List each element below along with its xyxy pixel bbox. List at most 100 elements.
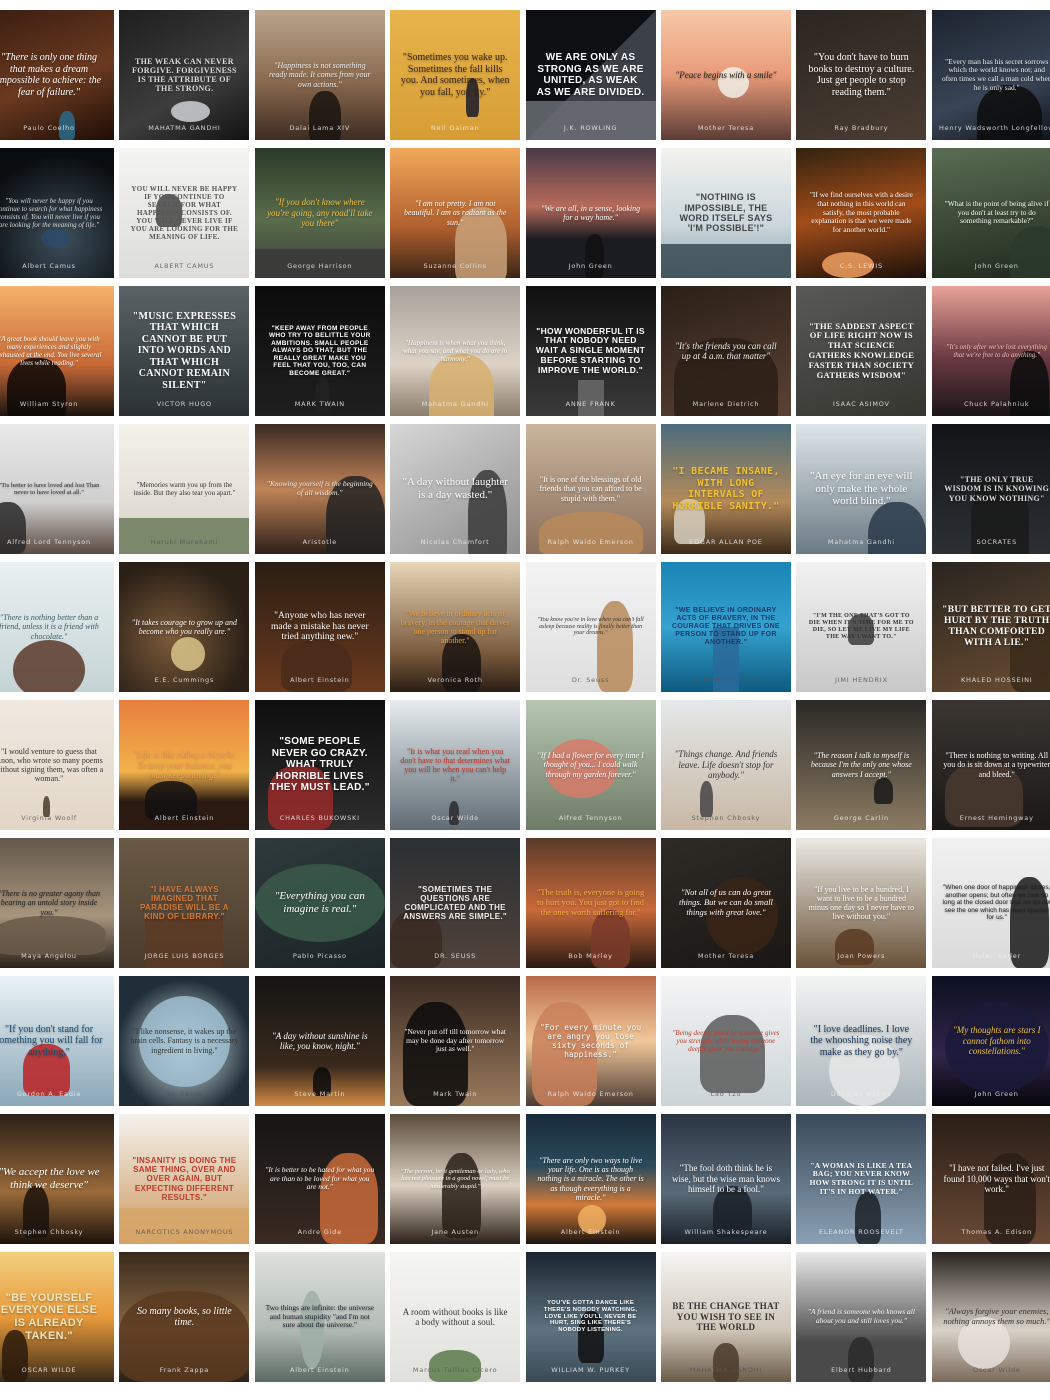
quote-author: MAHATMA GANDHI (148, 124, 221, 132)
quote-author: Mark Twain (433, 1090, 478, 1098)
quote-tile: "INSANITY IS DOING THE SAME THING, OVER … (119, 1114, 250, 1244)
quote-tile: "I love deadlines. I love the whooshing … (796, 976, 927, 1106)
quote-author: Dr. Seuss (571, 676, 610, 684)
quote-text: "We are all, in a sense, looking for a w… (540, 203, 641, 222)
quote-text: "You don't have to burn books to destroy… (808, 52, 915, 98)
quote-author: Albert Einstein (290, 1366, 350, 1374)
quote-tile: "A friend is someone who knows all about… (796, 1252, 927, 1382)
quote-tile: "Happiness is not something ready made. … (254, 10, 385, 140)
scene-shape (442, 1153, 482, 1238)
quote-tile: "Happiness is when what you think, what … (390, 286, 521, 416)
quote-text: A room without books is like a body with… (402, 1306, 508, 1327)
quote-tile: "An eye for an eye will only make the wh… (796, 424, 927, 554)
quote-author: Lao Tzu (710, 1090, 742, 1098)
quote-author: C.S. LEWIS (839, 262, 883, 270)
quote-author: Marlene Dietrich (692, 400, 760, 408)
quote-tile: "We believe in ordinary acts of bravery,… (390, 562, 521, 692)
quote-tile: "A day without sunshine is like, you kno… (254, 976, 385, 1106)
quote-author: JIMI HENDRIX (834, 676, 888, 684)
quote-tile: "SOMETIMES THE QUESTIONS ARE COMPLICATED… (390, 838, 521, 968)
quote-tile: "It takes courage to grow up and become … (119, 562, 250, 692)
quote-author: ANNE FRANK (565, 400, 616, 408)
quote-text: "We believe in ordinary acts of bravery,… (400, 608, 510, 646)
quote-author: Marcus Tullius Cicero (412, 1366, 498, 1374)
quote-text: "WE BELIEVE IN ORDINARY ACTS OF BRAVERY,… (672, 606, 780, 647)
quote-author: SOCRATES (976, 538, 1018, 546)
quote-tile: "NOTHING IS IMPOSSIBLE, THE WORD ITSELF … (660, 148, 791, 278)
quote-text: "I'M THE ONE THAT'S GOT TO DIE WHEN IT'S… (808, 613, 914, 640)
quote-tile: "Not all of us can do great things. But … (660, 838, 791, 968)
quote-author: Steve Martin (294, 1090, 346, 1098)
quote-text: "Anyone who has never made a mistake has… (270, 610, 369, 643)
quote-author: William Shakespeare (684, 1228, 768, 1236)
quote-text: "It takes courage to grow up and become … (131, 617, 238, 636)
quote-tile: "SOME PEOPLE NEVER GO CRAZY. WHAT TRULY … (254, 700, 385, 830)
quote-author: Alfred Tennyson (558, 814, 623, 822)
quote-text: "A great book should leave you with many… (0, 334, 102, 368)
quote-tile: "Anyone who has never made a mistake has… (254, 562, 385, 692)
quote-tile: BE THE CHANGE THAT YOU WISH TO SEE IN TH… (660, 1252, 791, 1382)
quote-tile: "Never put off till tomorrow what may be… (390, 976, 521, 1106)
quote-text: THE WEAK CAN NEVER FORGIVE. FORGIVENESS … (132, 56, 237, 94)
scene-shape (525, 101, 656, 140)
quote-author: Ernest Hemingway (959, 814, 1034, 822)
quote-text: "Sometimes you wake up. Sometimes the fa… (400, 52, 510, 98)
quote-tile: "The person, be it gentleman or lady, wh… (390, 1114, 521, 1244)
quote-text: "For every minute you are angry you lose… (539, 1022, 642, 1060)
quote-author: Veronica Roth (427, 676, 483, 684)
quote-tile: "A WOMAN IS LIKE A TEA BAG; YOU NEVER KN… (796, 1114, 927, 1244)
quote-author: Dalai Lama XIV (289, 124, 351, 132)
quote-text: "If you don't know where you're going, a… (267, 197, 373, 229)
scene-shape (280, 640, 353, 692)
quote-text: BE THE CHANGE THAT YOU WISH TO SEE IN TH… (672, 1301, 780, 1333)
quote-text: "I BECAME INSANE, WITH LONG INTERVALS OF… (672, 466, 780, 512)
quote-author: Virginia Woolf (21, 814, 77, 822)
quote-author: Ralph Waldo Emerson (547, 1090, 634, 1098)
quote-author: John Green (568, 262, 613, 270)
quote-author: Helen Keller (972, 952, 1022, 960)
quote-author: EDGAR ALLAN POE (689, 538, 763, 546)
quote-text: "THE ONLY TRUE WISDOM IS IN KNOWING YOU … (944, 475, 1050, 503)
quote-text: "The reason I talk to myself is because … (810, 751, 912, 779)
quote-tile: "THE ONLY TRUE WISDOM IS IN KNOWING YOU … (931, 424, 1050, 554)
quote-text: "Memories warm you up from the inside. B… (133, 480, 236, 497)
quote-author: Mother Teresa (697, 952, 755, 960)
quote-text: "It is better to be hated for what you a… (265, 1165, 375, 1192)
quote-author: Mahatma Gandhi (421, 400, 489, 408)
quote-tile: "BE YOURSELF EVERYONE ELSE IS ALREADY TA… (0, 1252, 114, 1382)
quote-author: E.E. Cummings (154, 676, 215, 684)
quote-author: Chuck Palahniuk (963, 400, 1030, 408)
quote-author: OSCAR WILDE (21, 1366, 77, 1374)
quote-tile: YOU WILL NEVER BE HAPPY IF YOU CONTINUE … (119, 148, 250, 278)
quote-text: "Knowing yourself is the beginning of al… (266, 479, 373, 497)
quote-text: "What is the point of being alive if you… (944, 199, 1049, 226)
quote-tile: "WE BELIEVE IN ORDINARY ACTS OF BRAVERY,… (660, 562, 791, 692)
quote-text: "KEEP AWAY FROM PEOPLE WHO TRY TO BELITT… (268, 324, 371, 377)
quote-text: So many books, so little time. (137, 1305, 232, 1329)
quote-text: "A day without laughter is a day wasted.… (402, 476, 508, 501)
quote-text: "When one door of happiness closes, anot… (942, 884, 1050, 922)
quote-author: Albert Einstein (290, 676, 350, 684)
quote-text: "The person, be it gentleman or lady, wh… (400, 1167, 510, 1190)
quote-text: "It is one of the blessings of old frien… (539, 475, 642, 503)
quote-tile: "If we find ourselves with a desire that… (796, 148, 927, 278)
scene-shape (119, 1207, 250, 1244)
quote-author: Ray Bradbury (834, 124, 889, 132)
quote-author: JORGE LUIS BORGES (144, 952, 225, 960)
quote-text: "Happiness is when what you think, what … (403, 338, 508, 364)
quote-tile: "For every minute you are angry you lose… (525, 976, 656, 1106)
quote-author: Oscar Wilde (431, 814, 479, 822)
quote-author: Thomas A. Edison (961, 1228, 1033, 1236)
quote-author: Neil Gaiman (430, 124, 480, 132)
quote-tile: "HOW WONDERFUL IT IS THAT NOBODY NEED WA… (525, 286, 656, 416)
quote-author: Henry Wadsworth Longfellow (938, 124, 1050, 132)
scene-shape (577, 379, 604, 416)
quote-tile: "MUSIC EXPRESSES THAT WHICH CANNOT BE PU… (119, 286, 250, 416)
quote-author: Gordon A. Eadie (16, 1090, 82, 1098)
quote-text: "There is no greater agony than bearing … (0, 889, 101, 917)
quote-text: "Life is like riding a bicycle. To keep … (133, 749, 236, 781)
quote-tile: "It's only after we've lost everything t… (931, 286, 1050, 416)
quote-tile: "A great book should leave you with many… (0, 286, 114, 416)
scene-shape (867, 502, 927, 554)
quote-text: "A day without sunshine is like, you kno… (271, 1030, 368, 1051)
